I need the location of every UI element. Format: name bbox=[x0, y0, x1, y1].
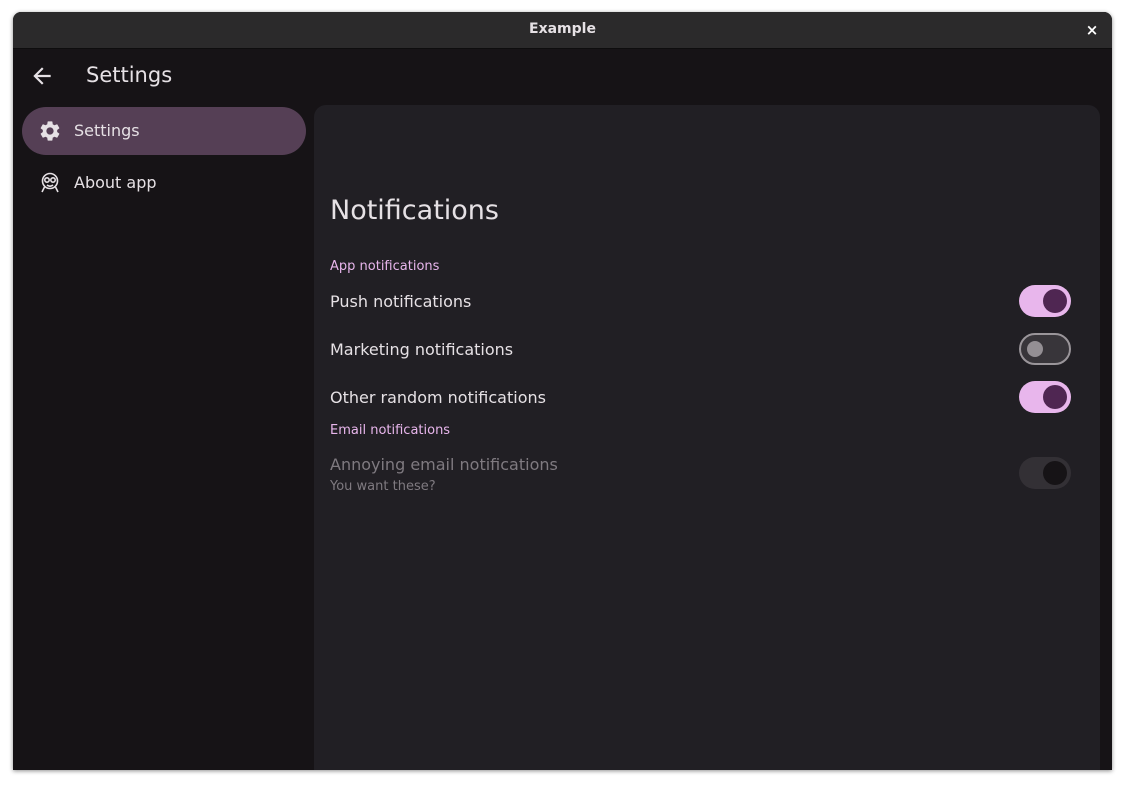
other-random-notifications-label: Other random notifications bbox=[330, 388, 546, 407]
switch-thumb bbox=[1043, 461, 1067, 485]
switch-thumb bbox=[1027, 341, 1043, 357]
window-title: Example bbox=[529, 21, 596, 37]
app-window: Example × Settings Settings About app No… bbox=[13, 12, 1112, 770]
marketing-notifications-label: Marketing notifications bbox=[330, 340, 514, 359]
sidebar-item-about-app[interactable]: About app bbox=[22, 159, 306, 207]
annoying-email-notifications-switch bbox=[1019, 457, 1071, 489]
section-header-email-notifications: Email notifications bbox=[330, 423, 451, 438]
header-title: Settings bbox=[86, 63, 173, 87]
app-logo-icon bbox=[41, 172, 59, 193]
section-header-app-notifications: App notifications bbox=[330, 259, 440, 274]
page-title: Notifications bbox=[330, 195, 499, 226]
switch-thumb bbox=[1043, 385, 1067, 409]
sidebar-item-label: Settings bbox=[74, 121, 140, 140]
sidebar-item-label: About app bbox=[74, 173, 157, 192]
gear-icon bbox=[40, 121, 60, 141]
switch-thumb bbox=[1043, 289, 1067, 313]
title-bar: Example × bbox=[13, 12, 1112, 49]
close-window-button[interactable]: × bbox=[1082, 20, 1102, 40]
app-header: Settings bbox=[13, 49, 1112, 105]
push-notifications-switch[interactable] bbox=[1019, 285, 1071, 317]
annoying-email-notifications-label: Annoying email notifications bbox=[330, 455, 558, 474]
arrow-left-icon bbox=[33, 67, 51, 85]
push-notifications-label: Push notifications bbox=[330, 292, 472, 311]
annoying-email-notifications-subtitle: You want these? bbox=[330, 479, 436, 494]
sidebar-item-settings[interactable]: Settings bbox=[22, 107, 306, 155]
settings-content-panel: Notifications App notifications Push not… bbox=[314, 105, 1100, 770]
back-button[interactable] bbox=[29, 63, 55, 89]
other-random-notifications-switch[interactable] bbox=[1019, 381, 1071, 413]
marketing-notifications-switch[interactable] bbox=[1019, 333, 1071, 365]
